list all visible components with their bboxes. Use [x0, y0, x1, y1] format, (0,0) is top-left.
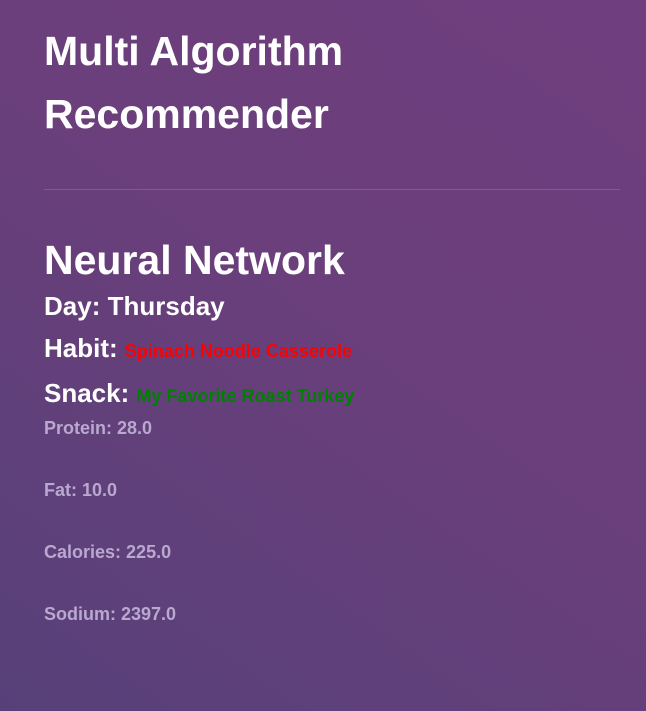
habit-line: Habit: Spinach Noodle Casserole: [44, 327, 620, 372]
snack-label: Snack:: [44, 378, 130, 408]
app-title-line-2: Recommender: [44, 91, 329, 137]
nutrient-label: Fat:: [44, 480, 77, 500]
nutrient-value: 10.0: [82, 480, 118, 500]
nutrient-calories: Calories: 225.0: [44, 541, 620, 563]
nutrient-label: Sodium:: [44, 604, 116, 624]
app-title-line-1: Multi Algorithm: [44, 28, 344, 74]
nutrient-value: 225.0: [126, 542, 172, 562]
snack-line: Snack: My Favorite Roast Turkey: [44, 372, 620, 417]
app-title: Multi Algorithm Recommender: [44, 0, 620, 146]
nutrient-list: Protein: 28.0 Fat: 10.0 Calories: 225.0 …: [44, 417, 620, 625]
habit-label: Habit:: [44, 333, 118, 363]
nutrient-label: Protein:: [44, 418, 113, 438]
habit-value: Spinach Noodle Casserole: [124, 341, 352, 361]
nutrient-label: Calories:: [44, 542, 122, 562]
nutrient-protein: Protein: 28.0: [44, 417, 620, 439]
nutrient-value: 2397.0: [121, 604, 177, 624]
day-line: Day: Thursday: [44, 285, 620, 327]
nutrient-fat: Fat: 10.0: [44, 479, 620, 501]
snack-value: My Favorite Roast Turkey: [136, 386, 355, 406]
day-label: Day:: [44, 291, 101, 321]
nutrient-sodium: Sodium: 2397.0: [44, 603, 620, 625]
page-container: Multi Algorithm Recommender Neural Netwo…: [44, 0, 620, 665]
section-divider: [44, 189, 620, 190]
day-value: Thursday: [107, 291, 225, 321]
section-title: Neural Network: [44, 237, 345, 283]
nutrient-value: 28.0: [117, 418, 153, 438]
